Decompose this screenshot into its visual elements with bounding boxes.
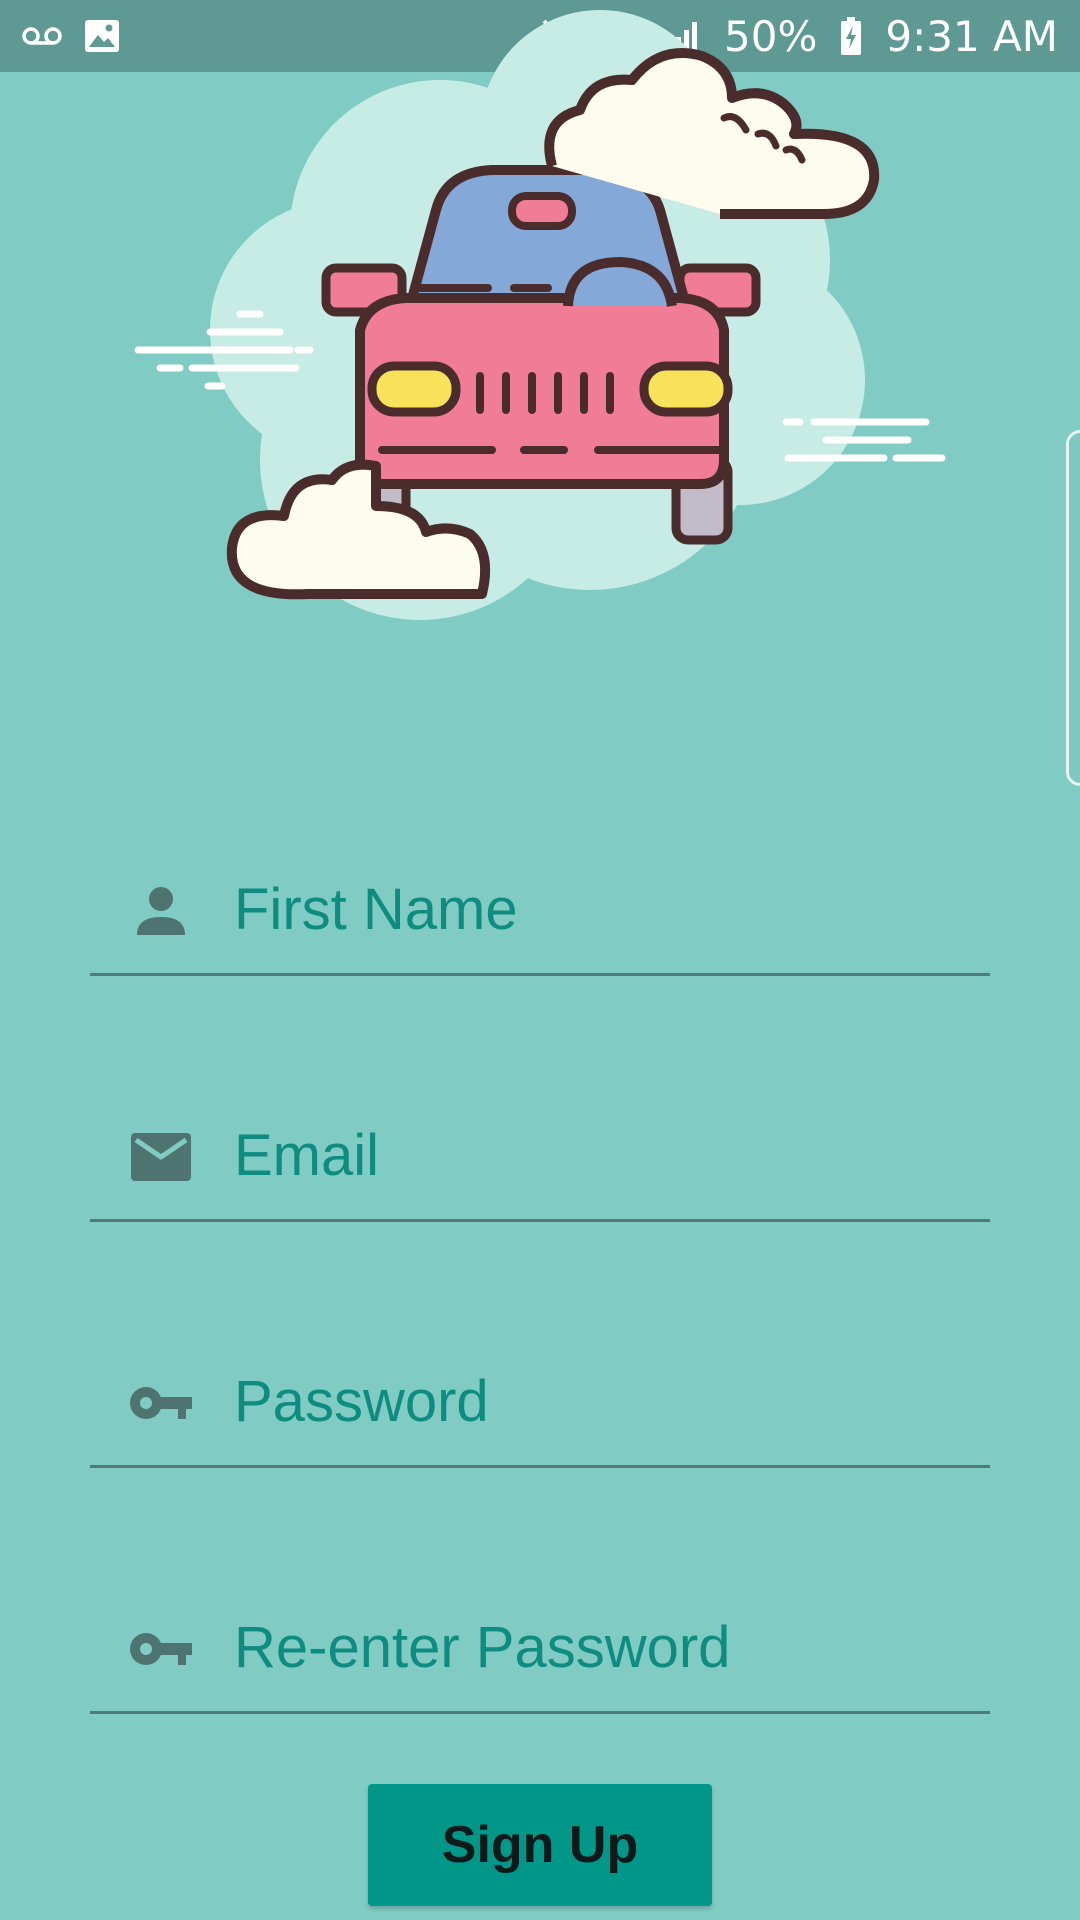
- car-roof-light: [508, 192, 576, 230]
- person-icon: [126, 876, 196, 946]
- voicemail-icon: [22, 25, 62, 47]
- car-in-clouds-illustration: [134, 10, 946, 620]
- email-field: [90, 1062, 990, 1222]
- car-steering: [563, 256, 677, 307]
- first-name-input[interactable]: [234, 864, 954, 954]
- image-icon: [84, 19, 120, 53]
- reenter-password-field: [90, 1554, 990, 1714]
- mail-icon: [126, 1122, 196, 1192]
- sign-up-button[interactable]: Sign Up: [368, 1784, 712, 1906]
- password-field: [90, 1308, 990, 1468]
- key-icon: [126, 1614, 196, 1684]
- reenter-password-input[interactable]: [234, 1602, 954, 1692]
- key-icon: [126, 1368, 196, 1438]
- edge-panel-handle[interactable]: [1066, 430, 1080, 786]
- first-name-field: [90, 816, 990, 976]
- email-input[interactable]: [234, 1110, 954, 1200]
- status-left: [22, 19, 120, 53]
- password-input[interactable]: [234, 1356, 954, 1446]
